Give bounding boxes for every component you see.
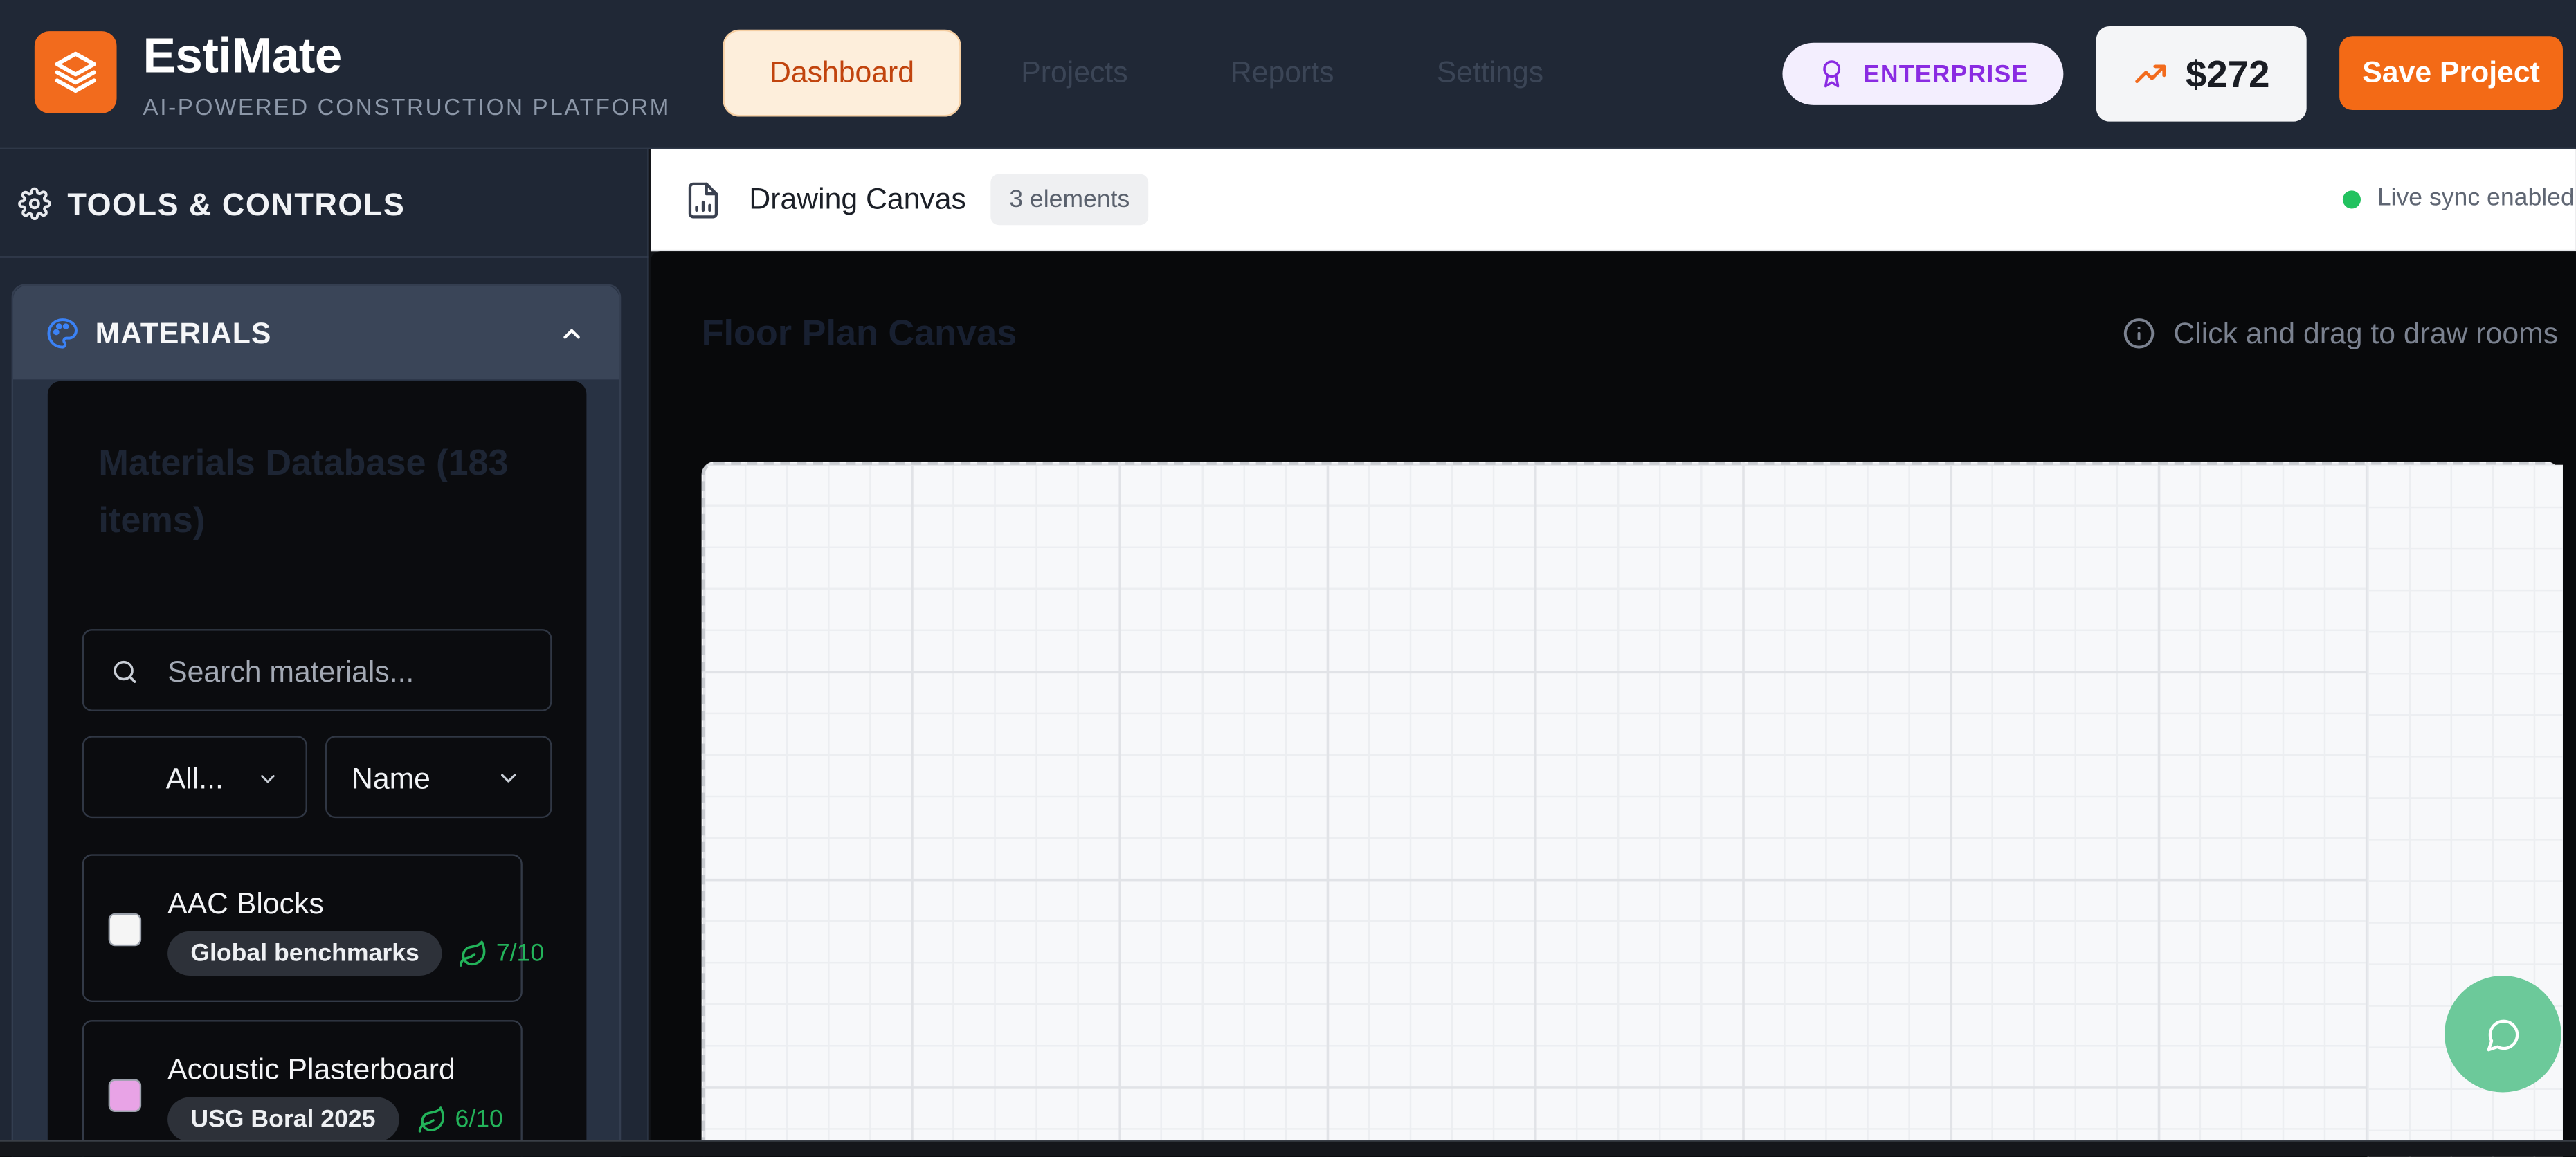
material-swatch — [108, 1079, 142, 1112]
floor-plan-title: Floor Plan Canvas — [701, 312, 1017, 354]
material-name: Acoustic Plasterboard — [167, 1053, 455, 1086]
drawing-grid[interactable] — [701, 462, 2563, 1157]
gear-icon — [18, 187, 51, 221]
app-window: EstiMate AI-POWERED CONSTRUCTION PLATFOR… — [0, 0, 2576, 1157]
search-icon — [114, 660, 136, 683]
chat-bubble-icon — [2486, 1019, 2519, 1051]
tab-settings[interactable]: Settings — [1410, 30, 1571, 117]
element-count-badge: 3 elements — [990, 174, 1149, 226]
file-chart-icon — [688, 182, 718, 219]
eco-rating: 7/10 — [458, 931, 544, 976]
canvas-toolbar: Drawing Canvas 3 elements Live sync enab… — [650, 149, 2576, 252]
sync-status-text: Live sync enabled — [2377, 183, 2575, 212]
plan-badge: ENTERPRISE — [1782, 42, 2064, 105]
plan-badge-label: ENTERPRISE — [1862, 60, 2029, 88]
leaf-icon — [418, 1106, 445, 1132]
search-input[interactable]: Search materials... — [82, 629, 552, 711]
materials-database: Materials Database (183 items) Search ma… — [47, 381, 587, 1157]
tools-title: TOOLS & CONTROLS — [67, 188, 406, 224]
info-icon — [2123, 318, 2155, 349]
app-name: EstiMate — [143, 29, 343, 84]
trending-up-icon — [2136, 64, 2167, 84]
top-bar: EstiMate AI-POWERED CONSTRUCTION PLATFOR… — [0, 0, 2576, 150]
tab-projects[interactable]: Projects — [994, 30, 1155, 117]
tools-header: TOOLS & CONTROLS — [0, 149, 649, 258]
save-project-button[interactable]: Save Project — [2339, 36, 2563, 111]
app-tagline: AI-POWERED CONSTRUCTION PLATFORM — [143, 93, 671, 120]
tab-reports[interactable]: Reports — [1204, 30, 1361, 117]
materials-list[interactable]: AAC Blocks Global benchmarks 7/10 Acoust… — [82, 853, 554, 1157]
materials-header[interactable]: MATERIALS — [12, 286, 619, 380]
search-placeholder: Search materials... — [167, 655, 415, 689]
eco-rating: 6/10 — [417, 1097, 503, 1142]
layers-icon — [55, 51, 96, 93]
chevron-down-icon — [261, 775, 275, 783]
material-name: AAC Blocks — [167, 886, 324, 920]
list-item[interactable]: Acoustic Plasterboard USG Boral 2025 6/1… — [82, 1020, 523, 1157]
chevron-down-icon — [501, 774, 516, 783]
chevron-up-icon[interactable] — [560, 322, 583, 345]
floor-plan-panel: Floor Plan Canvas Click and drag to draw… — [650, 251, 2576, 1157]
materials-title: MATERIALS — [95, 317, 272, 350]
sort-value: Name — [351, 762, 430, 795]
chat-button[interactable] — [2445, 975, 2561, 1093]
material-source: Global benchmarks — [167, 931, 443, 976]
category-filter-select[interactable]: All... — [82, 736, 307, 819]
logo[interactable] — [34, 31, 117, 113]
leaf-icon — [460, 940, 486, 966]
eco-rating-value: 7/10 — [496, 939, 545, 968]
palette-icon — [47, 318, 78, 349]
cost-value: $272 — [2185, 51, 2270, 95]
database-title: Materials Database (183 items) — [98, 441, 509, 540]
sync-status-dot — [2342, 190, 2361, 209]
project-cost: $272 — [2096, 26, 2307, 122]
canvas-hint: Click and drag to draw rooms — [2173, 317, 2559, 350]
material-source: USG Boral 2025 — [167, 1097, 399, 1142]
sidebar: TOOLS & CONTROLS MATERIALS Materials Dat… — [0, 149, 649, 1157]
sort-select[interactable]: Name — [325, 736, 552, 819]
material-swatch — [108, 913, 142, 947]
eco-rating-value: 6/10 — [455, 1105, 503, 1133]
award-icon — [1823, 60, 1841, 88]
tab-dashboard[interactable]: Dashboard — [723, 29, 961, 117]
category-filter-value: All... — [165, 762, 224, 795]
bottom-edge — [0, 1140, 2576, 1157]
canvas-header-title: Drawing Canvas — [749, 182, 966, 215]
list-item[interactable]: AAC Blocks Global benchmarks 7/10 — [82, 854, 544, 1002]
materials-panel: MATERIALS Materials Database (183 items)… — [11, 284, 622, 1157]
